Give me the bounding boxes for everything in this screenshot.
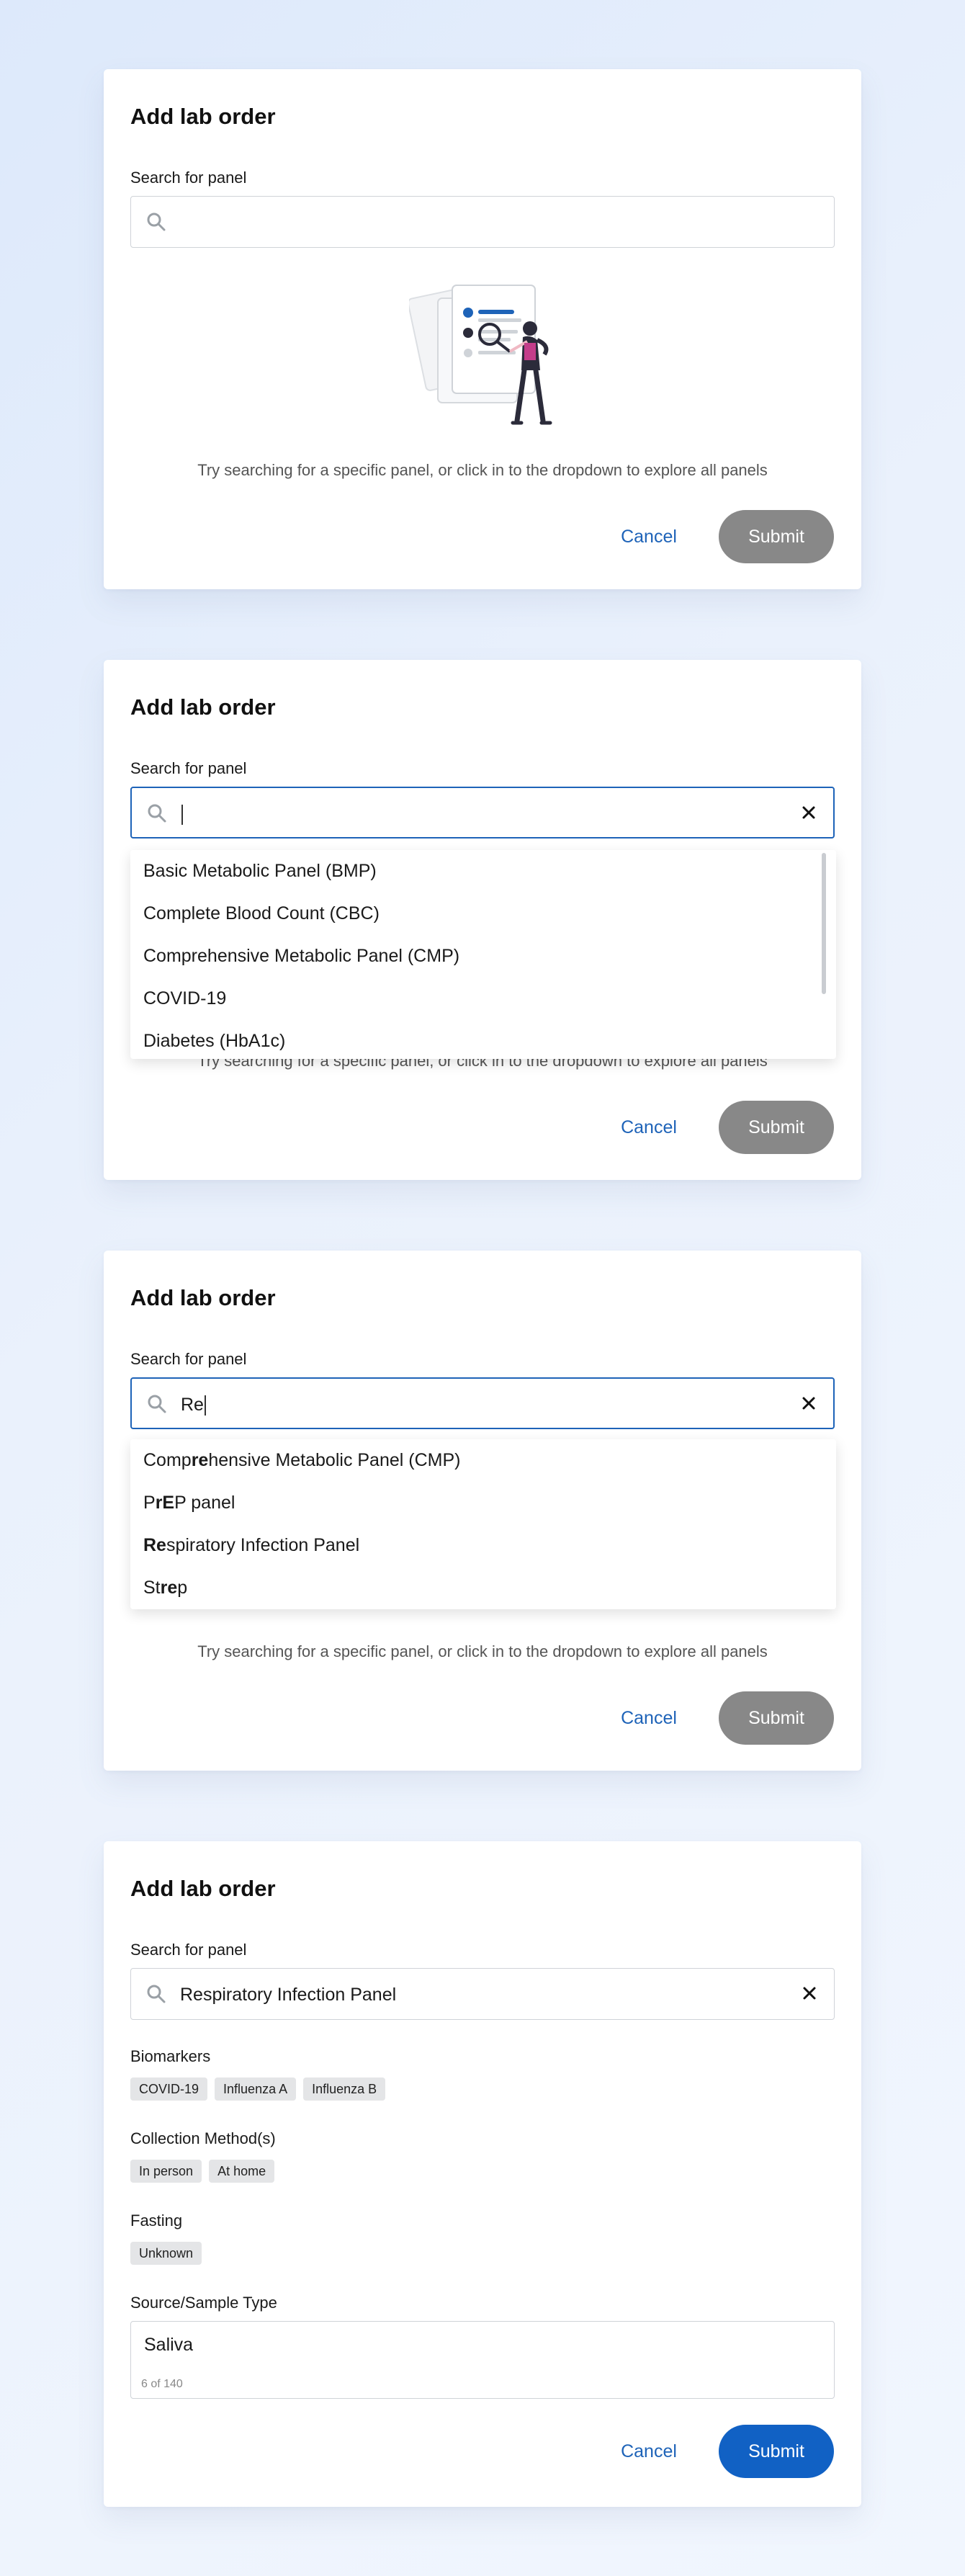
cancel-button[interactable]: Cancel	[609, 1691, 688, 1745]
search-value: Re	[181, 1395, 206, 1416]
sample-type-field[interactable]: Saliva 6 of 140	[130, 2321, 835, 2399]
dropdown-option[interactable]: PrEP panel	[130, 1482, 836, 1524]
search-label: Search for panel	[130, 759, 247, 777]
dropdown-option[interactable]: Diabetes (HbA1c)	[130, 1020, 836, 1059]
sample-type-label: Source/Sample Type	[130, 2294, 277, 2312]
search-icon	[147, 213, 166, 231]
card-title: Add lab order	[130, 104, 276, 129]
dropdown-option[interactable]: Comprehensive Metabolic Panel (CMP)	[130, 1439, 836, 1482]
panel-search-input[interactable]: Re	[130, 1377, 835, 1429]
clear-icon[interactable]	[800, 1395, 817, 1412]
text-caret	[181, 805, 183, 826]
fasting-label: Fasting	[130, 2211, 183, 2230]
card-title: Add lab order	[130, 1285, 276, 1310]
biomarker-tag: Influenza A	[215, 2078, 297, 2101]
search-label: Search for panel	[130, 1350, 247, 1368]
search-hint-text: Try searching for a specific panel, or c…	[197, 1642, 768, 1660]
search-icon	[148, 804, 166, 823]
page-frame: Add lab order Search for panel Try searc…	[0, 0, 965, 2576]
character-count: 6 of 140	[141, 2378, 183, 2390]
card-title: Add lab order	[130, 1876, 276, 1901]
fasting-tags: Unknown	[130, 2242, 202, 2265]
add-lab-order-card-selected: Add lab order Search for panel Respirato…	[104, 1841, 861, 2507]
search-label: Search for panel	[130, 169, 247, 187]
search-icon	[148, 1395, 166, 1413]
search-hint-text: Try searching for a specific panel, or c…	[197, 461, 768, 479]
card-title: Add lab order	[130, 694, 276, 720]
add-lab-order-card-empty: Add lab order Search for panel Try searc…	[104, 69, 861, 589]
biomarker-tag: COVID-19	[130, 2078, 208, 2101]
fasting-tag: Unknown	[130, 2242, 202, 2265]
search-icon	[147, 1985, 166, 2003]
panel-search-input[interactable]	[130, 787, 835, 838]
collection-method-label: Collection Method(s)	[130, 2129, 276, 2147]
search-value	[181, 804, 183, 826]
dropdown-option[interactable]: Basic Metabolic Panel (BMP)	[130, 850, 836, 893]
biomarkers-tags: COVID-19 Influenza A Influenza B	[130, 2078, 386, 2101]
collection-tag: In person	[130, 2160, 202, 2183]
panel-search-input[interactable]: Respiratory Infection Panel	[130, 1968, 835, 2020]
dropdown-option[interactable]: Strep	[130, 1567, 836, 1609]
cancel-button[interactable]: Cancel	[609, 1101, 688, 1154]
submit-button[interactable]: Submit	[719, 1101, 834, 1154]
biomarker-tag: Influenza B	[303, 2078, 386, 2101]
add-lab-order-card-filtered: Add lab order Search for panel Re Try se…	[104, 1251, 861, 1771]
search-label: Search for panel	[130, 1941, 247, 1959]
dropdown-option[interactable]: Complete Blood Count (CBC)	[130, 893, 836, 935]
dropdown-scrollbar[interactable]	[822, 853, 826, 994]
clear-icon[interactable]	[801, 1985, 818, 2002]
add-lab-order-card-dropdown: Add lab order Search for panel Try searc…	[104, 660, 861, 1180]
collection-tag: At home	[209, 2160, 275, 2183]
text-caret	[204, 1395, 206, 1416]
panel-dropdown-list[interactable]: Basic Metabolic Panel (BMP) Complete Blo…	[130, 850, 836, 1059]
search-value: Respiratory Infection Panel	[180, 1985, 397, 2005]
cancel-button[interactable]: Cancel	[609, 510, 688, 563]
dropdown-option[interactable]: COVID-19	[130, 978, 836, 1020]
dropdown-option[interactable]: Comprehensive Metabolic Panel (CMP)	[130, 935, 836, 978]
clear-icon[interactable]	[800, 804, 817, 821]
submit-button[interactable]: Submit	[719, 1691, 834, 1745]
cancel-button[interactable]: Cancel	[609, 2425, 688, 2478]
dropdown-option[interactable]: Respiratory Infection Panel	[130, 1524, 836, 1567]
submit-button[interactable]: Submit	[719, 510, 834, 563]
collection-method-tags: In person At home	[130, 2160, 275, 2183]
sample-type-value: Saliva	[144, 2335, 194, 2355]
panel-dropdown-list[interactable]: Comprehensive Metabolic Panel (CMP) PrEP…	[130, 1439, 836, 1609]
submit-button[interactable]: Submit	[719, 2425, 834, 2478]
panel-search-input[interactable]	[130, 196, 835, 248]
biomarkers-label: Biomarkers	[130, 2047, 211, 2065]
search-illustration	[409, 285, 552, 425]
